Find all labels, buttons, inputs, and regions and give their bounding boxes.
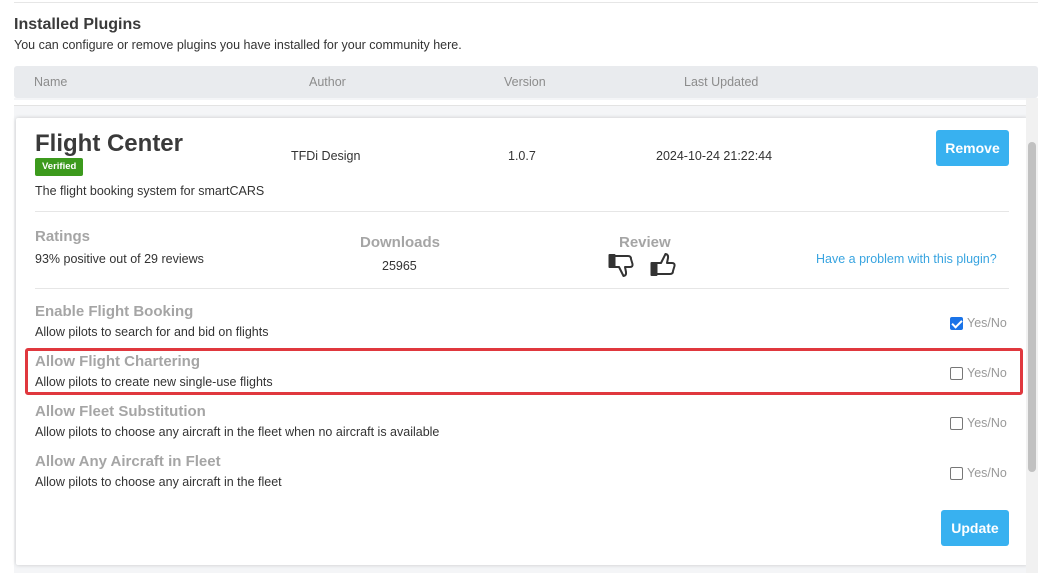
ratings-title: Ratings [35,228,91,245]
plugin-card: Flight Center Verified The flight bookin… [16,118,1028,565]
setting-title: Allow Fleet Substitution [35,403,206,420]
setting-enable-flight-booking: Enable Flight Booking Allow pilots to se… [16,303,1028,351]
plugin-author: TFDi Design [291,149,361,163]
setting-description: Allow pilots to choose any aircraft in t… [35,475,282,489]
setting-description: Allow pilots to search for and bid on fl… [35,325,269,339]
plugin-name: Flight Center [35,130,183,157]
remove-button[interactable]: Remove [936,130,1009,166]
setting-title: Allow Any Aircraft in Fleet [35,453,221,470]
setting-title: Enable Flight Booking [35,303,194,320]
column-header-version[interactable]: Version [504,75,546,89]
column-header-last-updated[interactable]: Last Updated [684,75,758,89]
downloads-title: Downloads [360,234,441,251]
vertical-scrollbar[interactable] [1026,98,1038,573]
setting-allow-fleet-substitution: Allow Fleet Substitution Allow pilots to… [16,403,1028,451]
thumbs-down-icon[interactable] [608,252,636,278]
section-subtitle: You can configure or remove plugins you … [14,38,462,52]
previous-row-edge [14,100,1030,106]
plugin-description: The flight booking system for smartCARS [35,184,265,198]
section-title: Installed Plugins [14,16,142,33]
thumbs-up-icon[interactable] [650,252,678,278]
divider [35,288,1009,289]
setting-toggle-label[interactable]: Yes/No [967,316,1007,330]
report-problem-link[interactable]: Have a problem with this plugin? [816,252,997,266]
setting-checkbox[interactable] [950,317,963,330]
column-header-author[interactable]: Author [309,75,346,89]
review-title: Review [619,234,671,251]
verified-badge: Verified [35,158,84,176]
setting-description: Allow pilots to choose any aircraft in t… [35,425,440,439]
plugin-version: 1.0.7 [508,149,536,163]
setting-allow-any-aircraft: Allow Any Aircraft in Fleet Allow pilots… [16,453,1028,501]
setting-checkbox[interactable] [950,417,963,430]
plugin-last-updated: 2024-10-24 21:22:44 [656,149,773,163]
downloads-count: 25965 [382,259,417,273]
column-header-name[interactable]: Name [34,75,67,89]
update-button[interactable]: Update [941,510,1009,546]
top-divider [14,2,1038,3]
scrollbar-thumb[interactable] [1028,142,1036,472]
ratings-summary: 93% positive out of 29 reviews [35,252,204,266]
plugin-list: Flight Center Verified The flight bookin… [14,98,1038,573]
divider [35,211,1009,212]
highlight-box [25,348,1023,395]
table-header: Name Author Version Last Updated [14,66,1038,98]
setting-checkbox[interactable] [950,467,963,480]
setting-toggle-label[interactable]: Yes/No [967,416,1007,430]
setting-toggle-label[interactable]: Yes/No [967,466,1007,480]
